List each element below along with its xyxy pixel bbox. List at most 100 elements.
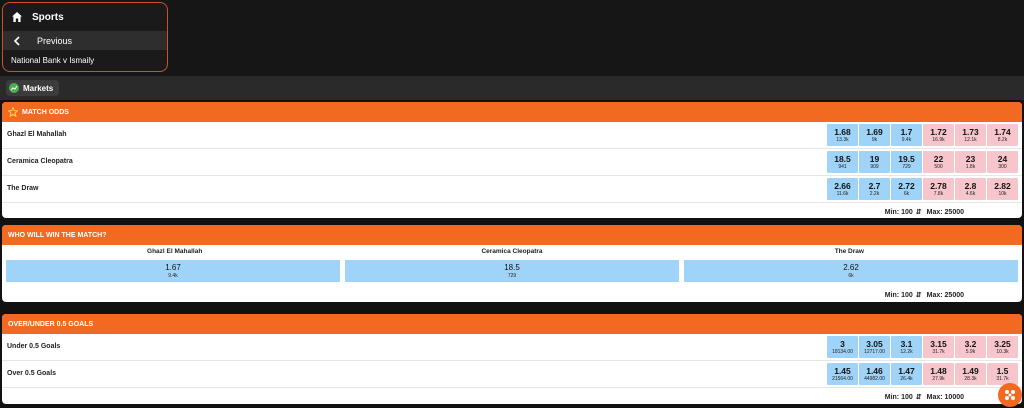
back-odds-cell[interactable]: 2.72 6k (891, 178, 922, 200)
odds-price: 2.7 (868, 180, 881, 191)
odds-group: 2.66 11.6k 2.7 2.2k 2.72 6k 2.78 7.8k 2.8 4.6k 2.8… (826, 178, 1018, 200)
back-odds-cell[interactable]: 18.5 941 (827, 151, 858, 173)
odds-price: 1.73 (962, 126, 979, 137)
match-odds-section: MATCH ODDS Ghazl El Mahallah 1.68 13.3k 1.6… (2, 102, 1022, 218)
lay-odds-cell[interactable]: 1.49 28.3k (955, 363, 986, 385)
odds-size: 1.8k (965, 163, 976, 170)
nav-sports[interactable]: Sports (3, 3, 167, 31)
odds-price: 3.15 (930, 338, 947, 349)
back-odds-cell[interactable]: 3 18134.00 (827, 336, 858, 358)
chevron-left-icon (11, 35, 23, 47)
odds-group: 3 18134.00 3.05 12717.00 3.1 12.2k 3.15 31.7k 3.… (826, 336, 1018, 358)
lay-odds-cell[interactable]: 22 500 (923, 151, 954, 173)
odds-size: 729 (902, 163, 911, 170)
back-odds-cell[interactable]: 1.45 21564.00 (827, 363, 858, 385)
who-will-win-section: WHO WILL WIN THE MATCH? Ghazl El Mahalla… (2, 225, 1022, 302)
odds-size: 9k (871, 136, 878, 143)
sort-icon[interactable]: ⇵ (916, 291, 922, 299)
odds-price: 2.66 (834, 180, 851, 191)
min-stake: Min: 100 (884, 291, 913, 299)
runner-name: Ghazl El Mahallah (7, 131, 67, 138)
back-odds-cell[interactable]: 1.68 13.3k (827, 124, 858, 146)
lay-odds-cell[interactable]: 1.48 27.9k (923, 363, 954, 385)
odds-size: 8.2k (997, 136, 1008, 143)
odds-size: 16.9k (932, 136, 945, 143)
odds-size: 4.6k (965, 190, 976, 197)
lay-odds-cell[interactable]: 1.73 12.1k (955, 124, 986, 146)
odds-size: 21564.00 (832, 375, 853, 382)
back-odds-cell[interactable]: 3.05 12717.00 (859, 336, 890, 358)
lay-odds-cell[interactable]: 1.74 8.2k (987, 124, 1018, 146)
odds-price: 24 (997, 153, 1008, 164)
runner-row: The Draw 2.66 11.6k 2.7 2.2k 2.72 6k 2.78 7.8k 2.… (2, 176, 1022, 203)
lay-odds-cell[interactable]: 3.25 10.3k (987, 336, 1018, 358)
lay-odds-cell[interactable]: 3.2 5.9k (955, 336, 986, 358)
odds-size: 26.4k (900, 375, 913, 382)
odds-size: 10k (998, 190, 1007, 197)
tab-markets-label: Markets (23, 83, 54, 93)
odds-size: 9.4k (901, 136, 912, 143)
ww-odds-cell[interactable]: 1.67 9.4k (6, 260, 340, 282)
odds-size: 6k (848, 272, 854, 279)
min-stake: Min: 100 (884, 393, 913, 401)
odds-price: 1.69 (866, 126, 883, 137)
lay-odds-cell[interactable]: 1.5 31.7k (987, 363, 1018, 385)
lay-odds-cell[interactable]: 24 300 (987, 151, 1018, 173)
back-odds-cell[interactable]: 1.7 9.4k (891, 124, 922, 146)
odds-price: 3.2 (964, 338, 977, 349)
ww-col-name: Ghazl El Mahallah (147, 248, 203, 255)
star-icon[interactable] (8, 107, 18, 117)
odds-size: 941 (838, 163, 847, 170)
odds-price: 2.8 (964, 180, 977, 191)
back-odds-cell[interactable]: 1.69 9k (859, 124, 890, 146)
back-odds-cell[interactable]: 1.46 44982.00 (859, 363, 890, 385)
odds-price: 18.5 (504, 262, 520, 272)
sort-icon[interactable]: ⇵ (916, 208, 922, 216)
runner-row: Under 0.5 Goals 3 18134.00 3.05 12717.00 3.1 1… (2, 334, 1022, 361)
odds-price: 2.82 (994, 180, 1011, 191)
lay-odds-cell[interactable]: 23 1.8k (955, 151, 986, 173)
tab-markets[interactable]: Markets (6, 80, 60, 96)
back-odds-cell[interactable]: 19 909 (859, 151, 890, 173)
back-odds-cell[interactable]: 2.7 2.2k (859, 178, 890, 200)
over-under-section: OVER/UNDER 0.5 GOALS Under 0.5 Goals 3 181… (2, 314, 1022, 404)
odds-size: 12717.00 (864, 348, 885, 355)
odds-price: 1.67 (165, 262, 181, 272)
ww-odds-cell[interactable]: 18.5 729 (345, 260, 679, 282)
nav-previous-label: Previous (37, 35, 73, 46)
markets-icon (9, 83, 19, 93)
odds-price: 1.7 (900, 126, 913, 137)
back-odds-cell[interactable]: 2.66 11.6k (827, 178, 858, 200)
odds-size: 300 (998, 163, 1007, 170)
max-stake: Max: 25000 (926, 291, 964, 299)
over-under-title: OVER/UNDER 0.5 GOALS (8, 320, 94, 328)
back-odds-cell[interactable]: 3.1 12.2k (891, 336, 922, 358)
top-bar: Sports Previous National Bank v Ismaily (0, 0, 1024, 76)
sort-icon[interactable]: ⇵ (916, 393, 922, 401)
odds-price: 1.72 (930, 126, 947, 137)
ww-col-name: Ceramica Cleopatra (481, 248, 543, 255)
nav-previous[interactable]: Previous (3, 31, 167, 50)
odds-size: 44982.00 (864, 375, 885, 382)
nav-sports-label: Sports (32, 11, 64, 23)
back-odds-cell[interactable]: 1.47 26.4k (891, 363, 922, 385)
navigation-panel: Sports Previous National Bank v Ismaily (2, 2, 168, 72)
odds-size: 27.9k (932, 375, 945, 382)
odds-price: 1.48 (930, 365, 947, 376)
odds-price: 1.5 (996, 365, 1009, 376)
runner-row: Ceramica Cleopatra 18.5 941 19 909 19.5 729 22 5… (2, 149, 1022, 176)
lay-odds-cell[interactable]: 1.72 16.9k (923, 124, 954, 146)
ww-odds-cell[interactable]: 2.62 6k (684, 260, 1018, 282)
tab-strip: Markets (0, 76, 1024, 100)
odds-size: 500 (934, 163, 943, 170)
lay-odds-cell[interactable]: 2.78 7.8k (923, 178, 954, 200)
odds-price: 22 (933, 153, 944, 164)
home-icon (11, 11, 23, 23)
lay-odds-cell[interactable]: 2.82 10k (987, 178, 1018, 200)
lay-odds-cell[interactable]: 3.15 31.7k (923, 336, 954, 358)
lay-odds-cell[interactable]: 2.8 4.6k (955, 178, 986, 200)
back-odds-cell[interactable]: 19.5 729 (891, 151, 922, 173)
odds-price: 2.72 (898, 180, 915, 191)
nav-event[interactable]: National Bank v Ismaily (3, 50, 167, 71)
quick-bet-button[interactable] (998, 383, 1022, 407)
